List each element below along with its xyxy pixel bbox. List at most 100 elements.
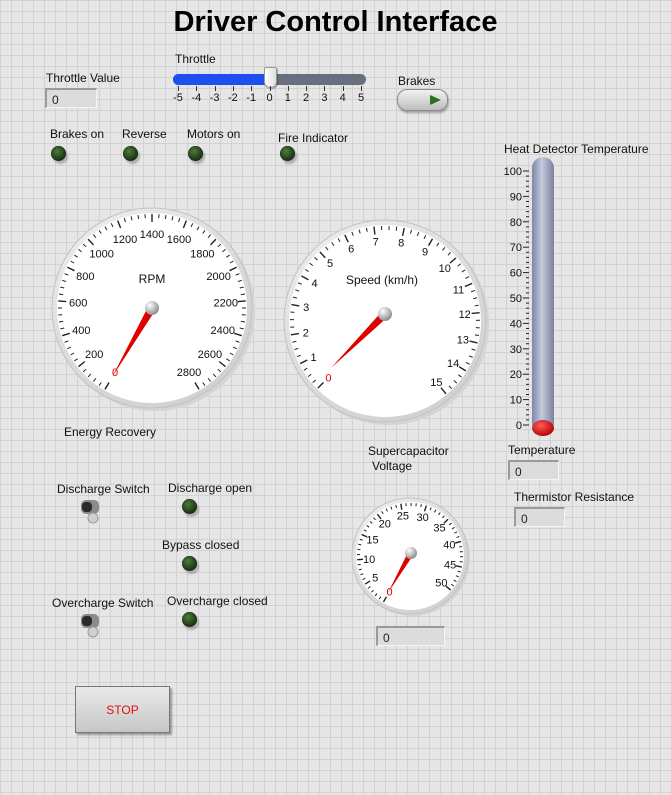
rpm-minor-tick (164, 214, 167, 220)
thermometer-scale: 1009080706050403020100 (504, 166, 529, 432)
heat-detector-thermometer: 1009080706050403020100 (504, 157, 554, 436)
throttle-tick-mark (361, 86, 362, 91)
brakes-button[interactable] (397, 89, 448, 111)
speed-minor-tick (474, 304, 479, 307)
temperature-label: Temperature (508, 443, 576, 457)
thermometer-tick-label: 50 (510, 293, 522, 305)
throttle-tick-label: 3 (321, 92, 328, 104)
throttle-tick-mark (178, 86, 179, 91)
overcharge-closed-led (182, 612, 197, 627)
supercap-minor-tick (358, 543, 362, 546)
rpm-tick-label: 1800 (190, 249, 214, 261)
rpm-major-tick (58, 300, 67, 303)
rpm-tick-label: 200 (85, 349, 103, 361)
throttle-tick-label: -5 (173, 92, 183, 104)
rpm-minor-tick (58, 293, 64, 296)
rpm-tick-label: 800 (76, 271, 94, 283)
throttle-tick-mark (251, 86, 253, 91)
speed-tick-label: 0 (325, 373, 331, 385)
overcharge-switch[interactable] (78, 612, 100, 638)
rpm-tick-label: 600 (69, 297, 87, 309)
discharge-switch-label: Discharge Switch (57, 482, 150, 496)
speed-major-tick (373, 226, 376, 235)
supercap-tick-label: 35 (433, 522, 445, 534)
supercap-gauge-hub (405, 547, 417, 559)
brakes-on-led (51, 146, 66, 161)
overcharge-switch-slot (82, 616, 92, 626)
speed-tick-label: 2 (303, 328, 309, 340)
motors-on-label: Motors on (187, 127, 241, 141)
speed-tick-label: 9 (422, 247, 428, 259)
throttle-value-field[interactable]: 0 (45, 88, 97, 108)
throttle-tick-label: -1 (246, 92, 257, 104)
thermometer-tick-label: 0 (516, 420, 522, 432)
speed-tick-label: 10 (439, 263, 451, 275)
thermometer-tick-label: 40 (510, 318, 522, 330)
speed-tick-label: 12 (459, 309, 471, 321)
brakes-on-label: Brakes on (50, 127, 105, 141)
brakes-label: Brakes (398, 74, 436, 88)
speed-tick-label: 11 (453, 284, 464, 296)
overcharge-switch-label: Overcharge Switch (52, 596, 154, 610)
rpm-tick-label: 2400 (210, 325, 234, 337)
throttle-tick-mark (269, 86, 271, 91)
discharge-open-led (182, 499, 197, 514)
throttle-tick-mark (306, 86, 308, 91)
throttle-tick-mark (232, 86, 234, 91)
thermometer-tick-label: 60 (510, 268, 522, 280)
rpm-tick-label: 2600 (198, 349, 222, 361)
throttle-tick-mark (342, 86, 344, 91)
discharge-open-label: Discharge open (168, 481, 253, 495)
supercap-tick-label: 10 (363, 554, 375, 566)
supercap-tick-label: 0 (386, 586, 392, 598)
rpm-gauge-hub (145, 301, 159, 315)
overcharge-closed-label: Overcharge closed (167, 594, 268, 608)
throttle-tick-label: 0 (266, 92, 273, 104)
discharge-switch-slot (82, 502, 92, 512)
speed-gauge: Speed (km/h) 01234567 89101112131415 (283, 219, 489, 425)
stop-button[interactable]: STOP (75, 686, 170, 733)
rpm-minor-tick (58, 320, 64, 323)
rpm-tick-label: 2200 (214, 297, 238, 309)
rpm-tick-label: 1600 (167, 234, 191, 246)
fire-indicator-led (280, 146, 295, 161)
throttle-tick-mark (287, 86, 289, 91)
speed-gauge-hub (378, 307, 392, 321)
rpm-tick-label: 1400 (140, 229, 164, 241)
supercap-tick-label: 5 (372, 573, 378, 585)
thermometer-tick-label: 100 (504, 166, 522, 178)
speed-major-tick (471, 312, 480, 315)
rpm-gauge: RPM 020040060080010001200 1400 16001800200… (51, 207, 255, 411)
thermistor-resistance-field: 0 (514, 507, 565, 527)
motors-on-led (188, 146, 203, 161)
throttle-slider[interactable]: -5 -4 -3 -2 -1 0 1 2 3 4 5 (172, 64, 368, 108)
throttle-tick-mark (324, 86, 326, 91)
speed-gauge-label: Speed (km/h) (346, 273, 418, 287)
discharge-switch[interactable] (78, 498, 100, 524)
temperature-field: 0 (508, 460, 559, 480)
supercap-tick-label: 40 (443, 540, 455, 552)
rpm-tick-label: 1200 (113, 234, 137, 246)
throttle-slider-thumb[interactable] (264, 67, 277, 88)
rpm-gauge-label: RPM (139, 272, 166, 286)
thermometer-tick-label: 30 (510, 344, 522, 356)
reverse-label: Reverse (122, 127, 167, 141)
throttle-tick-mark (214, 86, 216, 91)
throttle-tick-label: 2 (303, 92, 310, 104)
overcharge-switch-lever (87, 626, 99, 638)
supercap-label-line1: Supercapacitor (368, 444, 449, 458)
speed-tick-label: 14 (447, 358, 459, 370)
speed-tick-label: 4 (312, 278, 318, 290)
throttle-tick-label: 5 (357, 92, 365, 104)
heat-detector-label: Heat Detector Temperature (504, 142, 649, 156)
supercap-label-line2: Voltage (372, 459, 413, 473)
supercap-tick-label: 15 (366, 534, 378, 546)
thermometer-tick-label: 10 (510, 395, 522, 407)
thermometer-tick-label: 90 (510, 191, 522, 203)
reverse-led (123, 146, 138, 161)
speed-tick-label: 8 (398, 238, 404, 250)
rpm-tick-label: 2800 (177, 367, 201, 379)
throttle-value-label: Throttle Value (46, 71, 120, 85)
speed-tick-label: 1 (310, 352, 316, 364)
thermometer-tick-label: 80 (510, 217, 522, 229)
